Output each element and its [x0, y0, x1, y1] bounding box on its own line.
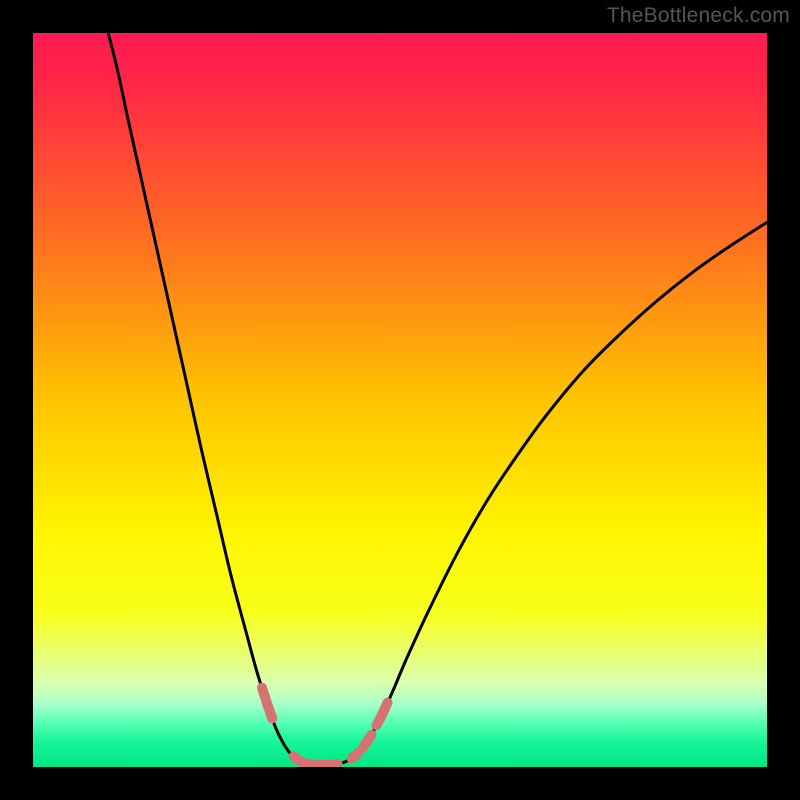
bottleneck-chart	[0, 0, 800, 800]
marker-segment-3	[363, 735, 371, 747]
marker-segment-2	[352, 753, 359, 759]
watermark-text: TheBottleneck.com	[607, 4, 790, 28]
chart-frame: TheBottleneck.com	[0, 0, 800, 800]
plot-background	[33, 33, 767, 767]
